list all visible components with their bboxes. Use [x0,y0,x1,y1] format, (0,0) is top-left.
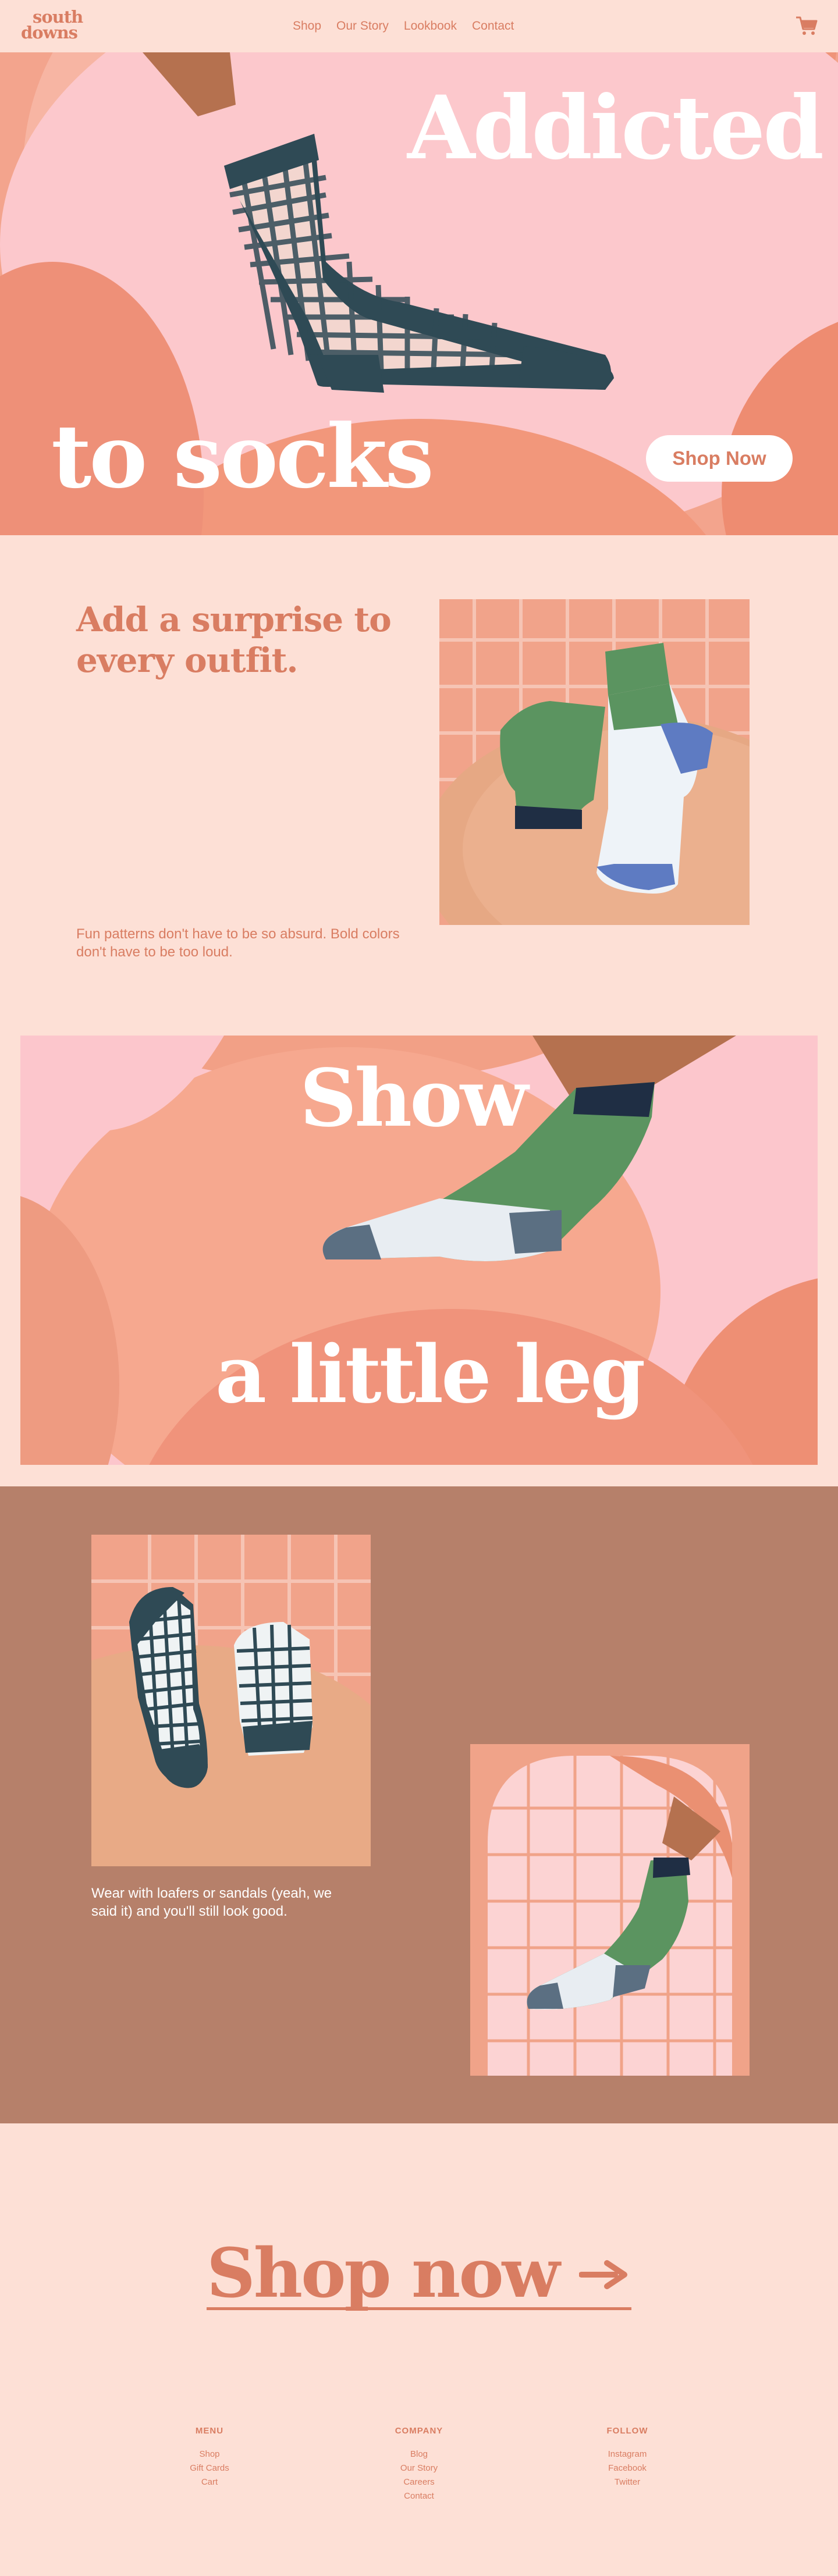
footer-menu-heading: MENU [195,2426,224,2436]
footer-link-twitter[interactable]: Twitter [552,2475,703,2489]
lookbook-section: Wear with loafers or sandals (yeah, we s… [0,1486,838,2123]
hero-title-top: Addicted [407,77,824,179]
nav-lookbook[interactable]: Lookbook [404,19,457,33]
hero-section: Addicted to socks Shop Now [0,52,838,535]
site-header: south downs Shop Our Story Lookbook Cont… [0,0,838,52]
shop-now-link[interactable]: Shop now [207,2239,631,2314]
footer-follow-heading: FOLLOW [606,2426,648,2436]
site-footer: MENU Shop Gift Cards Cart COMPANY Blog O… [0,2426,838,2542]
footer-link-instagram[interactable]: Instagram [552,2447,703,2461]
footer-company-column: COMPANY Blog Our Story Careers Contact [343,2426,495,2503]
shop-now-label: Shop now [207,2234,560,2313]
hero-title-bottom: to socks [51,405,434,508]
footer-link-contact[interactable]: Contact [343,2489,495,2503]
main-nav: Shop Our Story Lookbook Contact [293,19,514,33]
footer-link-cart[interactable]: Cart [134,2475,285,2489]
footer-link-gift-cards[interactable]: Gift Cards [134,2461,285,2475]
footer-link-our-story[interactable]: Our Story [343,2461,495,2475]
leg-title-bottom: a little leg [215,1328,645,1421]
surprise-body: Fun patterns don't have to be so absurd.… [76,926,400,960]
cart-icon[interactable] [795,15,818,36]
surprise-section: Add a surprise to every outfit. Fun patt… [0,535,838,1036]
footer-link-shop[interactable]: Shop [134,2447,285,2461]
footer-link-careers[interactable]: Careers [343,2475,495,2489]
product-photo-gingham-socks [91,1535,371,1866]
footer-company-heading: COMPANY [395,2426,443,2436]
nav-our-story[interactable]: Our Story [336,19,389,33]
product-photo-green-socks [439,599,750,925]
show-leg-section: Show a little leg [20,1036,818,1465]
product-photo-arch-sock [470,1744,750,2076]
logo-line-2: downs [21,23,78,42]
surprise-heading: Add a surprise to every outfit. [76,600,392,680]
footer-menu-column: MENU Shop Gift Cards Cart [134,2426,285,2489]
nav-contact[interactable]: Contact [472,19,514,33]
nav-shop[interactable]: Shop [293,19,321,33]
lookbook-caption: Wear with loafers or sandals (yeah, we s… [91,1885,332,1919]
logo[interactable]: south downs [21,9,83,41]
footer-follow-column: FOLLOW Instagram Facebook Twitter [552,2426,703,2489]
footer-link-blog[interactable]: Blog [343,2447,495,2461]
arrow-right-icon [579,2260,627,2289]
footer-link-facebook[interactable]: Facebook [552,2461,703,2475]
leg-title-top: Show [300,1052,528,1145]
shop-now-underline [207,2307,631,2310]
shop-now-button[interactable]: Shop Now [646,435,793,482]
